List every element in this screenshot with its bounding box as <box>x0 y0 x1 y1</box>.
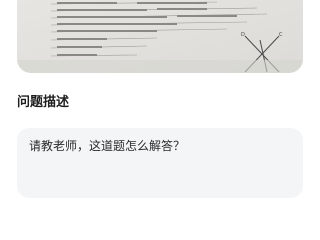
problem-photo-image: D C <box>17 0 303 73</box>
question-input[interactable]: 请教老师，这道题怎么解答？ <box>17 128 303 198</box>
screen: D C 问题描述 请教老师，这道题怎么解答？ <box>0 0 320 240</box>
problem-description-heading: 问题描述 <box>17 95 70 110</box>
svg-text:D: D <box>241 32 245 38</box>
question-text: 请教老师，这道题怎么解答？ <box>29 139 186 153</box>
svg-text:C: C <box>279 32 283 38</box>
problem-photo[interactable]: D C <box>17 0 303 73</box>
